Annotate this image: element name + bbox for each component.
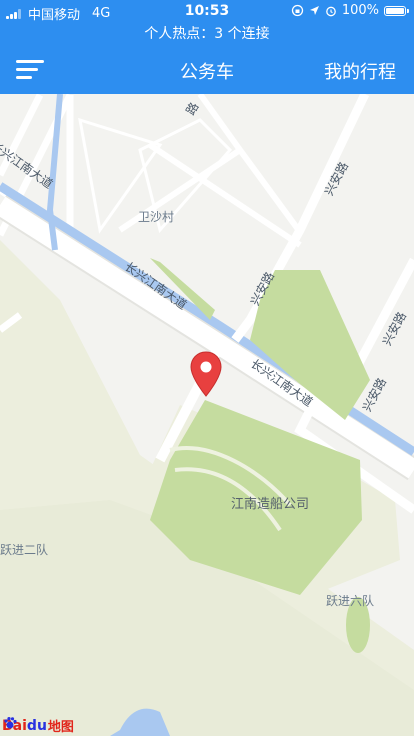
rotation-lock-icon [291,4,303,17]
map-label-yuejin-6: 跃进六队 [326,594,375,608]
map-label-weishacun: 卫沙村 [138,210,175,224]
location-pin-icon[interactable] [190,351,222,399]
status-bar: 中国移动 4G 10:53 100% 个人热点：3 个连接 [0,0,414,44]
nav-bar: 公务车 我的行程 [0,44,414,94]
hotspot-banner[interactable]: 个人热点：3 个连接 [0,23,414,43]
map-label-jiangnan-shipyard: 江南造船公司 [231,497,310,512]
alarm-icon [325,6,336,16]
menu-icon [16,60,44,63]
map-view[interactable]: 卫沙村 江南造船公司 跃进二队 跃进六队 长兴江南大道 长兴江南大道 长兴江南大… [0,94,414,736]
map-canvas [0,94,414,736]
my-trips-button[interactable]: 我的行程 [324,58,396,84]
location-arrow-icon [309,6,319,15]
baidu-map-logo: Bai du 地图 [2,717,74,735]
battery-icon [384,5,409,16]
battery-percent: 100% [341,3,379,18]
map-label-yuejin-2: 跃进二队 [0,543,49,557]
baidu-paw-icon [4,717,17,729]
menu-button[interactable] [16,57,46,81]
